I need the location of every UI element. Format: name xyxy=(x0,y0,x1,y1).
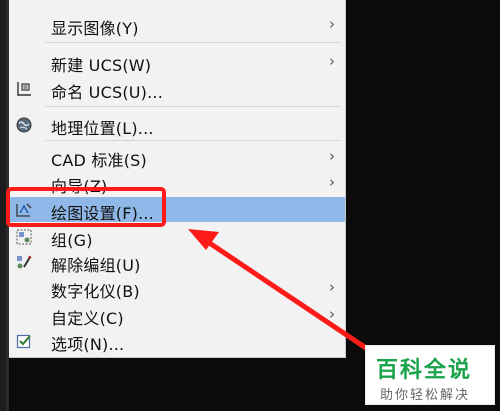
watermark-subtitle: 助你轻松解决 xyxy=(380,388,471,403)
watermark-logo: 百科全说 助你轻松解决 xyxy=(365,345,495,405)
watermark-title: 百科全说 xyxy=(376,358,473,383)
